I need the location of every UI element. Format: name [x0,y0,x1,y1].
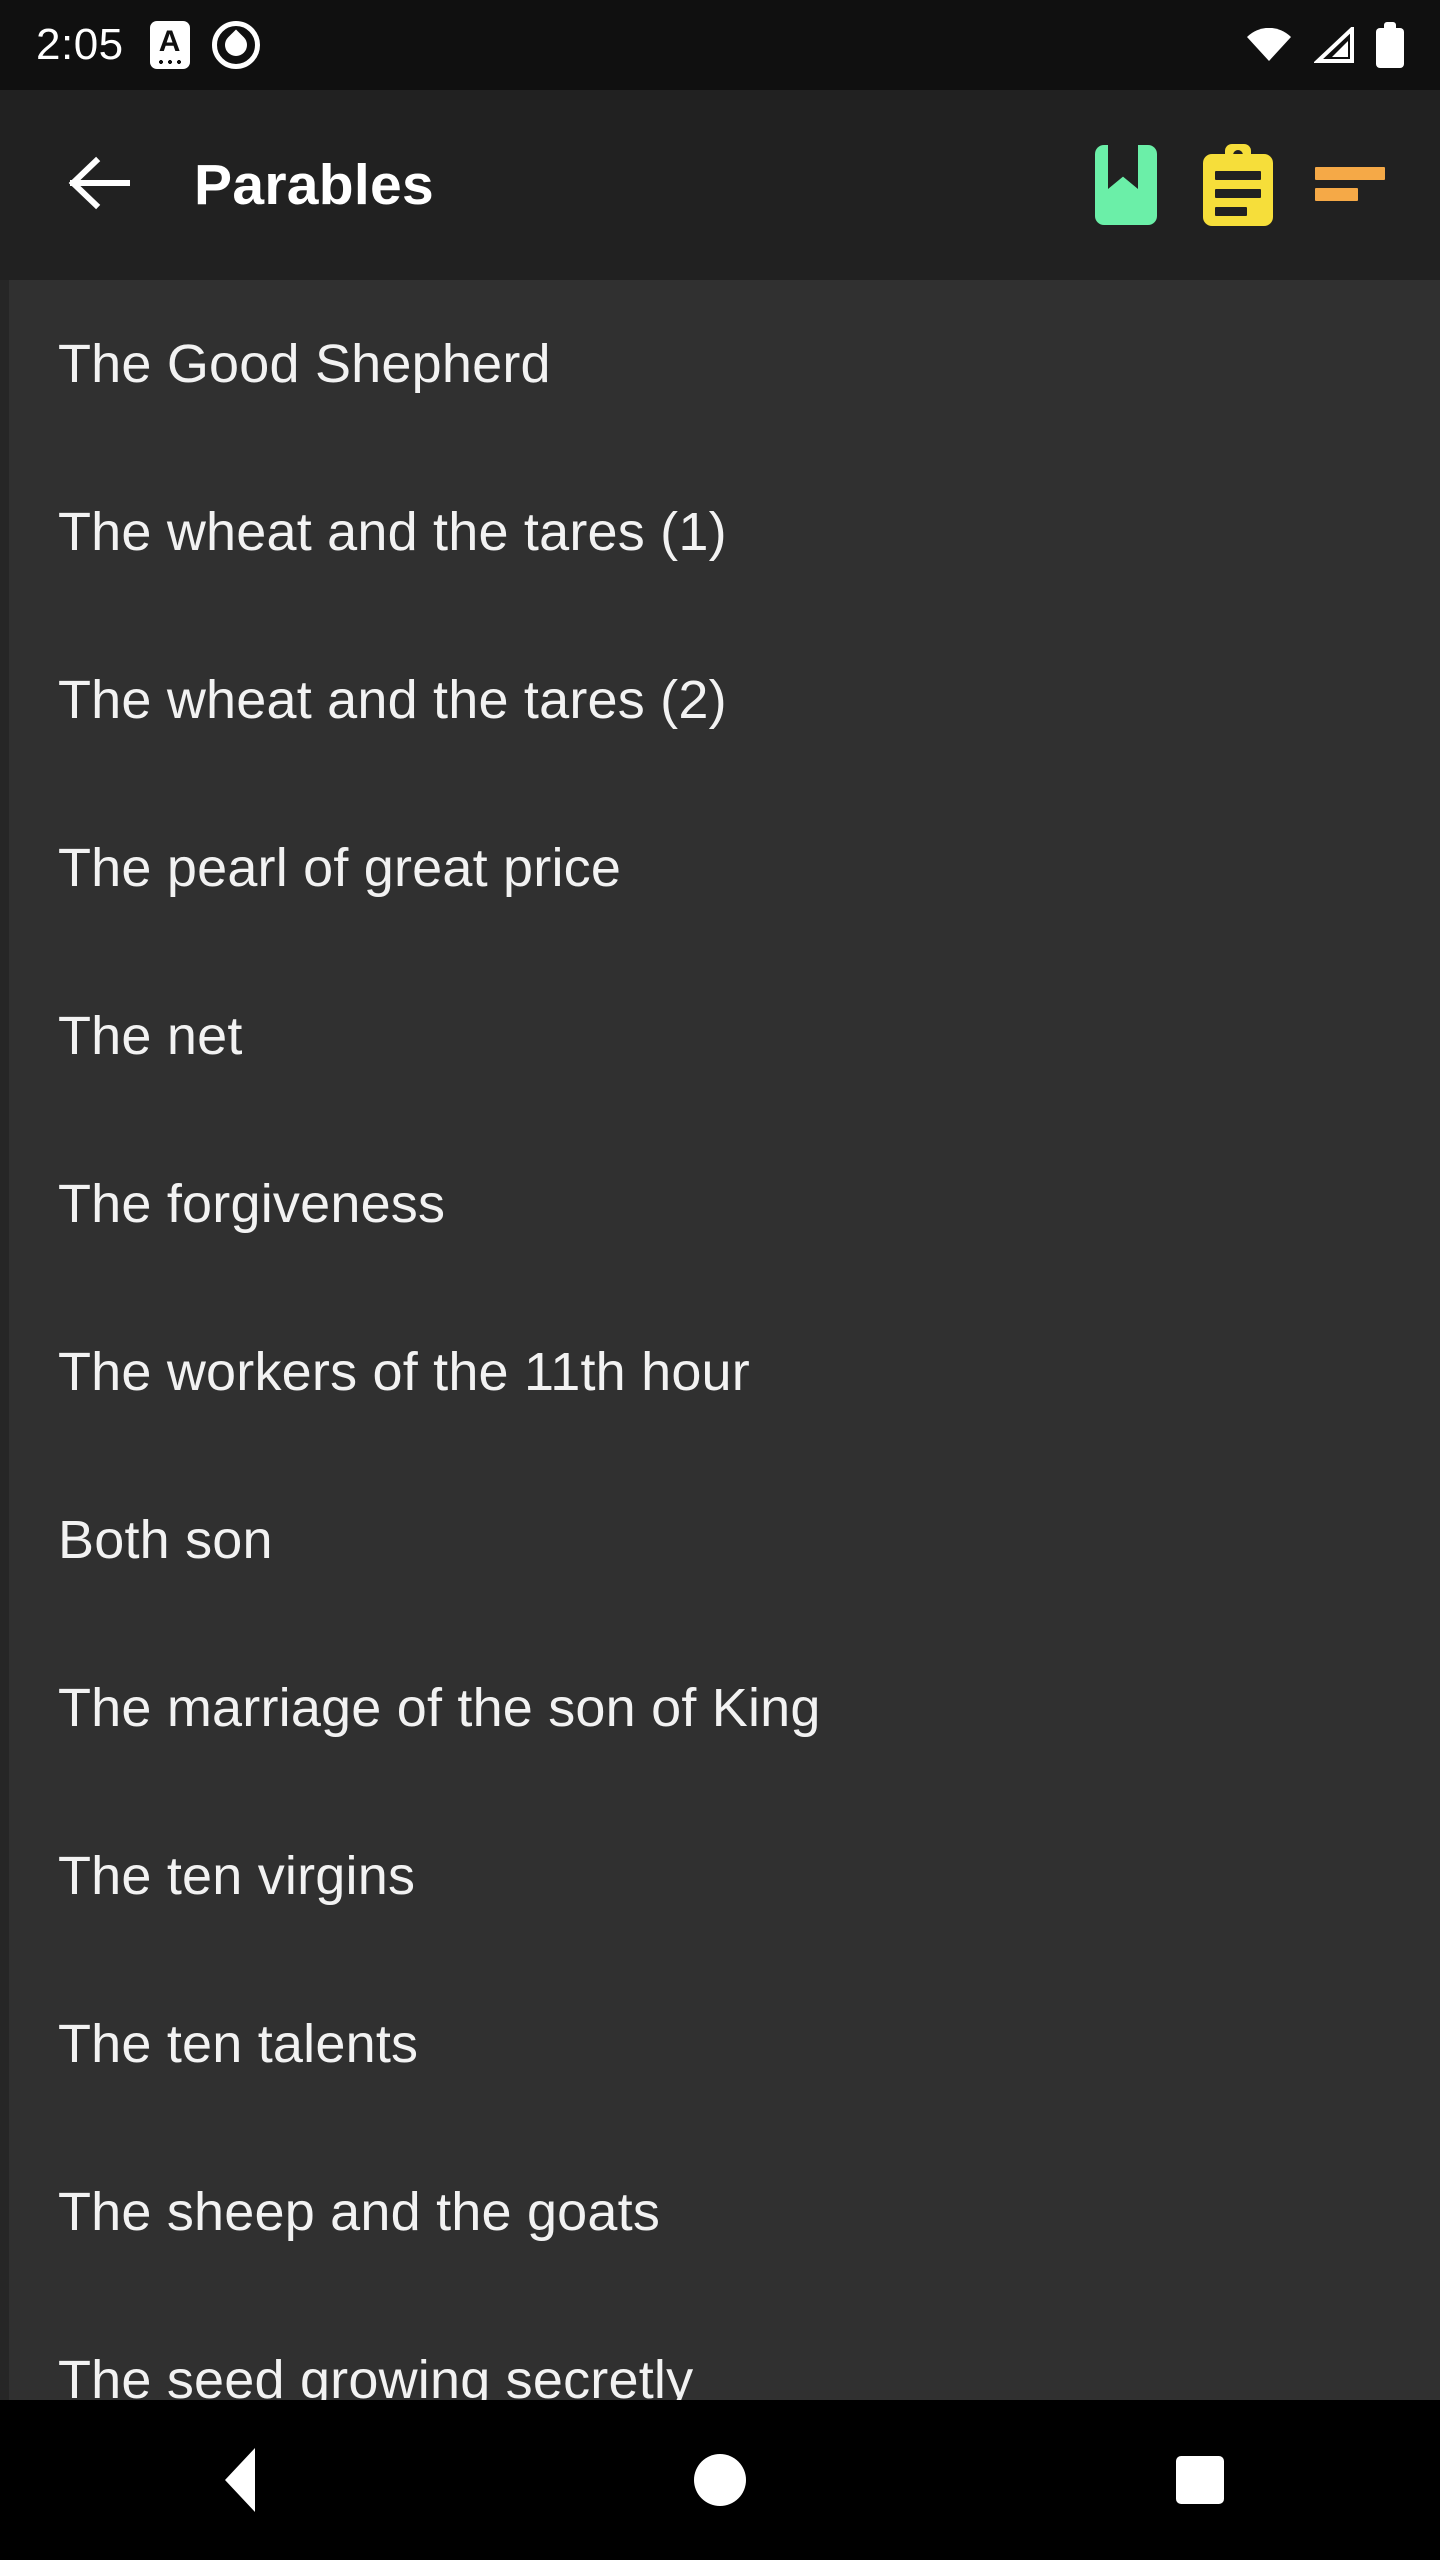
battery-icon [1376,22,1404,68]
list-left-edge [0,280,9,2400]
list-item-label: The pearl of great price [58,838,622,898]
list-item-label: The forgiveness [58,1174,446,1234]
do-not-disturb-icon [211,21,260,69]
list-item-label: The ten talents [58,2014,419,2074]
status-bar: 2:05 [0,0,1440,90]
list-item-label: The sheep and the goats [58,2182,661,2242]
clipboard-icon [1201,144,1275,226]
list-item-label: The workers of the 11th hour [58,1342,750,1402]
list-item[interactable]: The wheat and the tares (1) [0,448,1440,616]
list-item-label: The seed growing secretly [58,2350,694,2400]
list-item[interactable]: Both son [0,1456,1440,1624]
nav-home-button[interactable] [480,2454,960,2506]
list-item-label: The ten virgins [58,1846,416,1906]
circle-icon [694,2454,746,2506]
page-title: Parables [194,153,435,217]
wifi-icon [1246,27,1292,62]
square-icon [1176,2456,1224,2504]
list-item[interactable]: The Good Shepherd [0,280,1440,448]
system-navigation-bar [0,2400,1440,2560]
cellular-signal-icon [1312,24,1354,63]
list-item[interactable]: The ten virgins [0,1792,1440,1960]
arrow-left-icon [66,156,131,215]
list-item[interactable]: The forgiveness [0,1120,1440,1288]
list-item[interactable]: The wheat and the tares (2) [0,616,1440,784]
nav-recents-button[interactable] [960,2456,1440,2504]
list-item-label: The net [58,1006,243,1066]
list-item[interactable]: The workers of the 11th hour [0,1288,1440,1456]
phone-screen: 2:05 A Parables The Good Shepherd The wh… [0,0,1440,2560]
status-system-icons [1246,22,1404,68]
status-clock: 2:05 [36,20,124,69]
list-item-label: The marriage of the son of King [58,1678,821,1738]
notes-button[interactable] [1182,129,1294,241]
app-bar: Parables [0,90,1440,280]
list-item-label: Both son [58,1510,273,1570]
triangle-left-icon [225,2448,255,2512]
list-item-label: The Good Shepherd [58,334,551,394]
list-item[interactable]: The marriage of the son of King [0,1624,1440,1792]
sort-button[interactable] [1294,129,1406,241]
back-button[interactable] [48,135,148,235]
list-item[interactable]: The net [0,952,1440,1120]
list-item[interactable]: The ten talents [0,1960,1440,2128]
list-item[interactable]: The seed growing secretly [0,2296,1440,2400]
list-item[interactable]: The sheep and the goats [0,2128,1440,2296]
app-bar-actions [1070,129,1440,241]
list-item-label: The wheat and the tares (1) [58,502,727,562]
sort-icon [1315,165,1385,205]
bookmark-button[interactable] [1070,129,1182,241]
nav-back-button[interactable] [0,2448,480,2512]
parables-list[interactable]: The Good Shepherd The wheat and the tare… [0,280,1440,2400]
list-item[interactable]: The pearl of great price [0,784,1440,952]
notification-a-icon [149,21,190,69]
bookmark-icon [1095,145,1157,225]
list-item-label: The wheat and the tares (2) [58,670,727,730]
status-notification-icons [149,21,260,69]
